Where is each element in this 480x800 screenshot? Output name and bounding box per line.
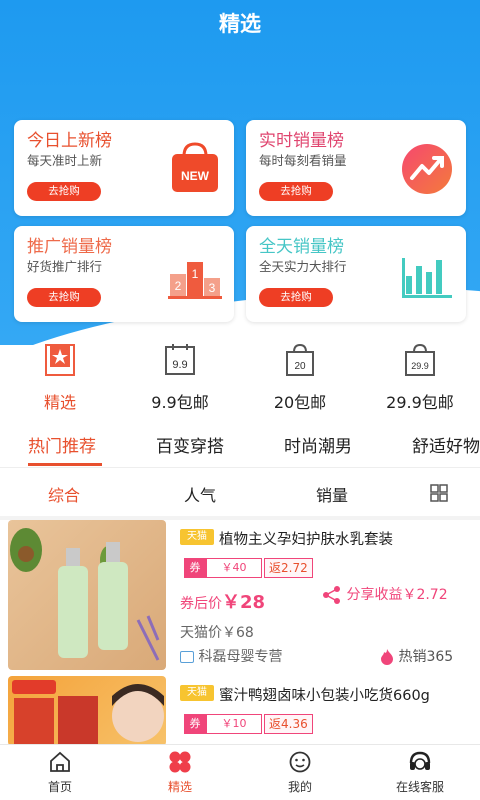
sort-popularity[interactable]: 人气 [184,482,216,506]
flame-icon [381,649,393,665]
bar-chart-icon [402,258,452,298]
card-subtitle: 好货推广排行 [27,259,103,274]
category-20[interactable]: 20 20包邮 [240,342,360,420]
coupon-tag: 券 ￥40 [184,558,262,578]
grab-button[interactable]: 去抢购 [259,288,333,307]
card-today-new[interactable]: 今日上新榜 每天准时上新 去抢购 NEW [14,120,234,216]
nav-label: 首页 [47,780,72,794]
card-promo-sales[interactable]: 推广销量榜 好货推广排行 去抢购 2 1 3 [14,226,234,322]
calendar-9-9-icon: 9.9 [165,344,195,375]
product-image[interactable] [8,520,166,670]
tmall-badge: 天猫 [180,685,214,701]
tab-outfit[interactable]: 百变穿搭 [156,432,224,457]
svg-text:9.9: 9.9 [172,359,187,371]
duck-wing-snack-image [12,680,164,746]
tab-hot[interactable]: 热门推荐 [28,432,96,457]
nav-featured[interactable]: 精选 [120,744,240,800]
nav-label: 精选 [167,780,192,794]
nav-customer-service[interactable]: 在线客服 [360,744,480,800]
tmall-price: 天猫价￥68 [180,625,254,641]
coupon-value: ￥40 [206,558,262,578]
rebate-tag: 返2.72 [264,558,313,578]
share-earnings-text: 分享收益￥2.72 [346,587,448,603]
skincare-bottles-image [10,528,160,661]
after-coupon-price: 券后价￥28 [180,588,265,614]
tmall-badge: 天猫 [180,529,214,545]
card-realtime-sales[interactable]: 实时销量榜 每时每刻看销量 去抢购 [246,120,466,216]
category-9-9[interactable]: 9.9 9.9包邮 [120,342,240,420]
card-title: 全天销量榜 [259,237,344,257]
svg-text:NEW: NEW [181,169,210,183]
card-title: 今日上新榜 [27,131,112,151]
nav-label: 我的 [287,780,312,794]
new-bag-icon: NEW [172,142,218,192]
card-allday-sales[interactable]: 全天销量榜 全天实力大排行 去抢购 [246,226,466,322]
svg-text:29.9: 29.9 [411,361,429,371]
coupon-label: 券 [184,558,206,578]
card-title: 推广销量榜 [27,237,112,257]
profile-face-icon [289,751,311,773]
featured-clover-icon [169,751,191,773]
shop-name: 科磊母婴专营 [180,646,282,666]
tab-comfort[interactable]: 舒适好物 [412,432,480,457]
coupon-label: 券 [184,714,206,734]
svg-text:1: 1 [192,267,199,281]
coupon-value: ￥10 [206,714,262,734]
product-title[interactable]: 植物主义孕妇护肤水乳套装 [219,528,393,549]
grab-button[interactable]: 去抢购 [27,288,101,307]
category-29-9[interactable]: 29.9 29.9包邮 [360,342,480,420]
tab-fashion-men[interactable]: 时尚潮男 [284,432,352,457]
category-label: 29.9包邮 [386,393,454,412]
svg-text:3: 3 [209,281,216,295]
category-featured[interactable]: 精选 [0,342,120,420]
headset-icon [409,751,431,770]
grab-button[interactable]: 去抢购 [27,182,101,201]
coupon-tag: 券 ￥10 [184,714,262,734]
category-label: 精选 [43,393,76,412]
nav-label: 在线客服 [395,780,444,794]
card-title: 实时销量榜 [259,131,344,151]
tab-underline [28,463,102,466]
grab-button[interactable]: 去抢购 [259,182,333,201]
home-icon [50,751,70,772]
nav-home[interactable]: 首页 [0,744,120,800]
hot-sales: 热销365 [380,646,453,666]
after-coupon-label: 券后价 [180,596,222,612]
podium-icon: 2 1 3 [168,262,222,299]
category-label: 9.9包邮 [151,393,209,412]
category-label: 20包邮 [273,393,327,412]
sort-overall[interactable]: 综合 [48,482,80,506]
share-earnings[interactable]: 分享收益￥2.72 [322,584,448,604]
card-subtitle: 每时每刻看销量 [259,153,347,168]
shop-icon [180,651,194,663]
sort-sales[interactable]: 销量 [316,482,348,506]
bag-29-9-icon: 29.9 [405,343,435,376]
card-subtitle: 每天准时上新 [27,153,103,168]
hot-sales-text: 热销365 [398,649,454,665]
rebate-tag: 返4.36 [264,714,313,734]
trend-up-icon [402,144,452,194]
card-subtitle: 全天实力大排行 [259,259,347,274]
nav-mine[interactable]: 我的 [240,744,360,800]
bag-20-icon: 20 [286,343,314,376]
product-title[interactable]: 蜜汁鸭翅卤味小包装小吃货660g [219,684,430,705]
after-coupon-value: ￥28 [222,592,266,613]
featured-star-icon [45,344,75,376]
svg-text:20: 20 [294,361,306,372]
svg-text:2: 2 [175,279,182,293]
page-title: 精选 [219,12,261,36]
shop-name-text: 科磊母婴专营 [198,649,283,665]
grid-view-icon[interactable] [430,484,448,502]
share-icon [323,586,340,604]
product-image[interactable] [8,676,166,746]
